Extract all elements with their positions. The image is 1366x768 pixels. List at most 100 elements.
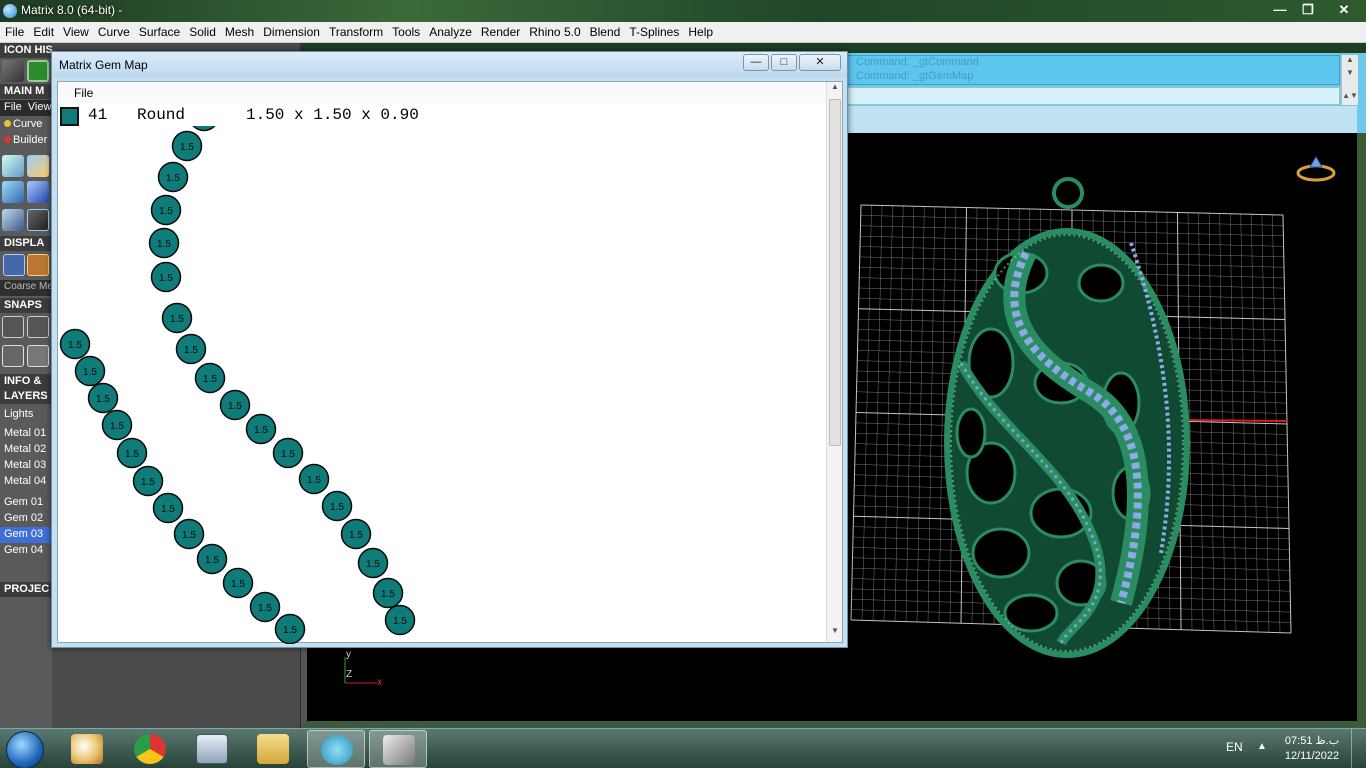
gem-marker[interactable]: 1.5 (116, 437, 148, 469)
gem-map-maximize-button[interactable]: □ (771, 54, 797, 71)
taskbar-calculator[interactable] (183, 730, 241, 768)
close-button[interactable]: ✕ (1322, 0, 1366, 20)
menu-blend[interactable]: Blend (585, 22, 625, 42)
gem-marker[interactable]: 1.5 (171, 130, 203, 162)
main-menu-header[interactable]: MAIN M (0, 84, 52, 99)
taskbar-matrix[interactable] (307, 730, 365, 768)
gem-marker[interactable]: 1.5 (150, 261, 182, 293)
gem-map-close-button[interactable]: ✕ (799, 54, 841, 71)
layer-metal-01[interactable]: Metal 01 (0, 426, 52, 442)
command-input[interactable] (845, 87, 1340, 105)
menu-mesh[interactable]: Mesh (220, 22, 258, 42)
taskbar-explorer[interactable] (244, 730, 302, 768)
clock[interactable]: 07:51 ب.ظ 12/11/2022 (1282, 734, 1342, 764)
scroll-down-arrow-icon[interactable]: ▼ (827, 626, 843, 642)
gem-marker[interactable]: 1.5 (384, 604, 416, 636)
gem-marker[interactable]: 1.5 (148, 227, 180, 259)
layer-metal-02[interactable]: Metal 02 (0, 442, 52, 458)
command-scrollbar[interactable]: ▲ ▼ ▲▼ (1341, 55, 1358, 105)
layer-metal-04[interactable]: Metal 04 (0, 474, 52, 490)
minimize-button[interactable]: — (1266, 0, 1294, 20)
menu-rhino[interactable]: Rhino 5.0 (524, 22, 584, 42)
display-grid-icon[interactable] (3, 254, 25, 276)
menu-tsplines[interactable]: T-Splines (624, 22, 683, 42)
diamond-tool-icon[interactable] (27, 181, 49, 203)
layer-lights[interactable]: Lights (0, 407, 52, 423)
scroll-down-icon[interactable]: ▼ (1342, 68, 1358, 77)
snap-grid-icon[interactable] (2, 345, 24, 367)
gem-marker[interactable]: 1.5 (298, 463, 330, 495)
menu-tools[interactable]: Tools (387, 22, 424, 42)
gem-tool-icon[interactable] (2, 155, 24, 177)
start-button[interactable] (6, 731, 44, 768)
gem-marker[interactable]: 1.5 (161, 302, 193, 334)
gem-marker[interactable]: 1.5 (175, 333, 207, 365)
gem-marker[interactable]: 1.5 (249, 591, 281, 623)
language-indicator[interactable]: EN (1226, 740, 1243, 754)
scroll-thumb[interactable] (829, 99, 841, 446)
layer-metal-03[interactable]: Metal 03 (0, 458, 52, 474)
snap-cube-icon[interactable] (27, 345, 49, 367)
menu-help[interactable]: Help (683, 22, 717, 42)
pendant-model[interactable] (944, 177, 1190, 658)
gem-marker[interactable]: 1.5 (157, 161, 189, 193)
menu-file[interactable]: File (0, 22, 28, 42)
gem-marker[interactable]: 1.5 (87, 382, 119, 414)
gem-marker[interactable]: 1.5 (173, 518, 205, 550)
gem-map-file-menu[interactable]: File (74, 86, 93, 100)
gem-marker[interactable]: 1.5 (150, 194, 182, 226)
layer-gem-01[interactable]: Gem 01 (0, 495, 52, 511)
builder-item[interactable]: Builder (0, 133, 52, 149)
show-desktop-button[interactable] (1351, 729, 1366, 768)
gem-marker[interactable]: 1.5 (219, 389, 251, 421)
taskbar-rhino[interactable] (369, 730, 427, 768)
gem-marker[interactable]: 1.5 (132, 465, 164, 497)
blocks-tool-icon[interactable] (2, 209, 24, 231)
menu-render[interactable]: Render (476, 22, 524, 42)
menu-curve[interactable]: Curve (93, 22, 134, 42)
gem-marker[interactable]: 1.5 (357, 547, 389, 579)
gem-marker[interactable]: 1.5 (74, 355, 106, 387)
display-figure-icon[interactable] (27, 254, 49, 276)
taskbar-paint[interactable] (58, 730, 116, 768)
layer-gem-04[interactable]: Gem 04 (0, 543, 52, 559)
mini-menu-file[interactable]: File (4, 101, 22, 113)
snap-curve-icon[interactable] (27, 316, 49, 338)
menu-analyze[interactable]: Analyze (424, 22, 476, 42)
layer-gem-03[interactable]: Gem 03 (0, 527, 52, 543)
prong-tool-icon[interactable] (27, 155, 49, 177)
display-header[interactable]: DISPLA (0, 236, 52, 251)
menu-edit[interactable]: Edit (28, 22, 58, 42)
gem-marker[interactable]: 1.5 (194, 362, 226, 394)
mini-menu-view[interactable]: View (28, 101, 52, 113)
arc-tool-icon[interactable] (27, 209, 49, 231)
snaps-header[interactable]: SNAPS (0, 298, 52, 313)
gem-map-minimize-button[interactable]: — (743, 54, 769, 71)
gem-marker[interactable]: 1.5 (372, 577, 404, 609)
input-scroll-icon[interactable]: ▲▼ (1342, 91, 1358, 100)
gem-marker[interactable]: 1.5 (272, 437, 304, 469)
gem-marker[interactable]: 1.5 (321, 490, 353, 522)
gem-marker[interactable]: 1.5 (190, 126, 219, 132)
icon-history-header[interactable]: ICON HISTORY (0, 43, 52, 58)
gem-marker[interactable]: 1.5 (152, 492, 184, 524)
gem-marker[interactable]: 1.5 (101, 409, 133, 441)
project-header[interactable]: PROJEC (0, 582, 52, 597)
gem-marker[interactable]: 1.5 (245, 413, 277, 445)
layers-header[interactable]: LAYERS (0, 389, 52, 404)
menu-solid[interactable]: Solid (184, 22, 220, 42)
menu-surface[interactable]: Surface (134, 22, 184, 42)
tray-expand-icon[interactable]: ▲ (1257, 741, 1267, 752)
ring-tool-icon[interactable] (2, 181, 24, 203)
menu-dimension[interactable]: Dimension (258, 22, 324, 42)
info-header[interactable]: INFO & (0, 374, 52, 389)
gem-map-canvas[interactable]: 1.5 1.5 1.5 1.5 1.5 1.5 1.5 1.5 1.5 1.5 1.5 1.5 1.5 1… (58, 126, 828, 644)
scroll-up-icon[interactable]: ▲ (1342, 55, 1358, 64)
gem-marker[interactable]: 1.5 (274, 613, 306, 644)
scroll-up-arrow-icon[interactable]: ▲ (827, 82, 843, 98)
ring-preview-icon[interactable] (1296, 156, 1336, 182)
coarse-mesh-select[interactable]: Coarse Me (0, 280, 52, 296)
snap-point-icon[interactable] (2, 316, 24, 338)
line-tool-icon[interactable] (2, 60, 24, 82)
gem-marker[interactable]: 1.5 (59, 328, 91, 360)
